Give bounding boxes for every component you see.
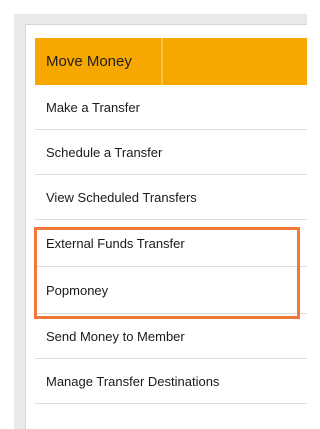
screenshot-canvas: Move Money Make a Transfer Schedule a Tr…	[0, 0, 307, 429]
nav-section-title: Move Money	[46, 53, 132, 70]
nav-item-manage-transfer-destinations[interactable]: Manage Transfer Destinations	[35, 359, 307, 404]
nav-section-header[interactable]: Move Money	[35, 38, 307, 85]
nav-item-make-a-transfer[interactable]: Make a Transfer	[35, 85, 307, 130]
header-accent-divider	[161, 38, 163, 85]
nav-item-view-scheduled-transfers[interactable]: View Scheduled Transfers	[35, 175, 307, 220]
nav-menu: Make a Transfer Schedule a Transfer View…	[35, 85, 307, 404]
nav-item-external-funds-transfer[interactable]: External Funds Transfer	[35, 220, 307, 267]
nav-item-popmoney[interactable]: Popmoney	[35, 267, 307, 314]
nav-item-send-money-to-member[interactable]: Send Money to Member	[35, 314, 307, 359]
nav-item-schedule-a-transfer[interactable]: Schedule a Transfer	[35, 130, 307, 175]
